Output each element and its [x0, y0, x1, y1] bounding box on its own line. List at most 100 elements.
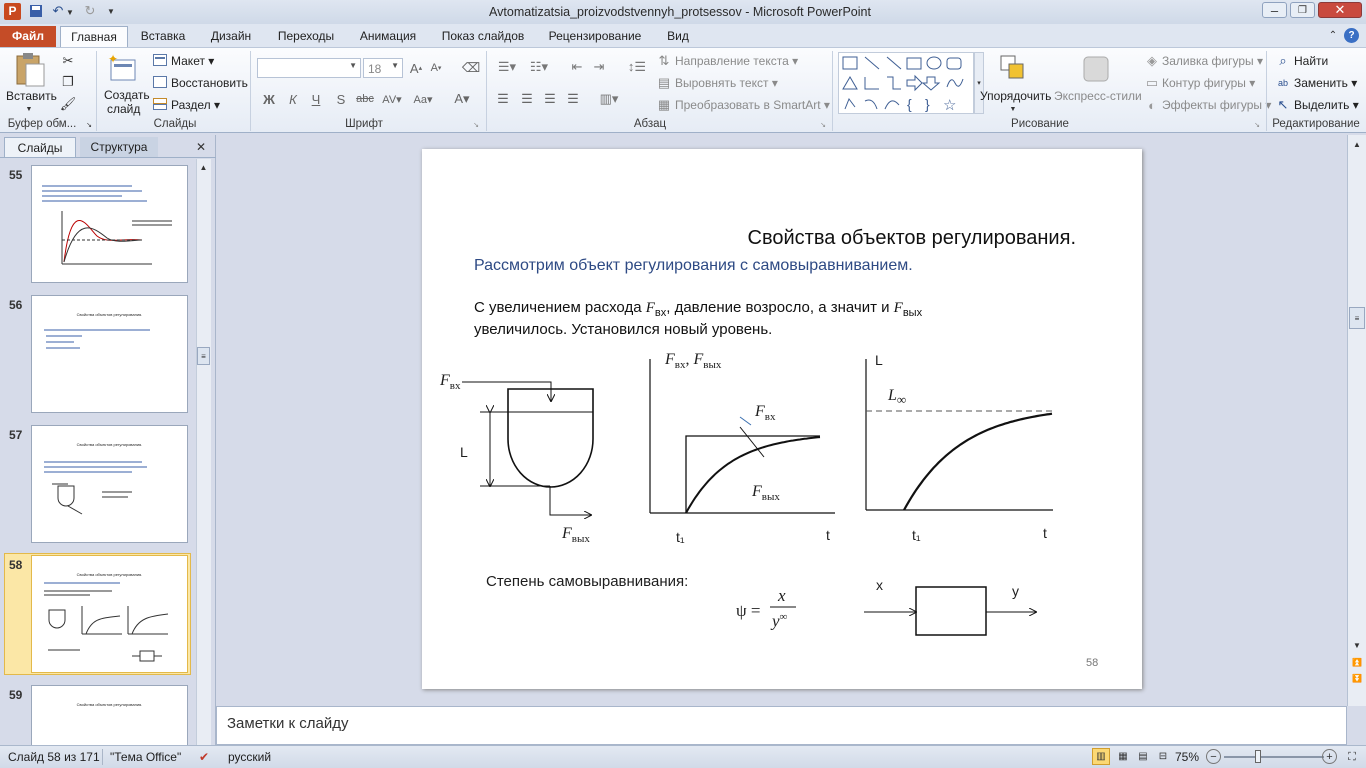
drawing-launcher-icon[interactable]: ↘ — [1252, 120, 1262, 130]
arrange-dropdown-icon[interactable]: ▼ — [1008, 104, 1018, 114]
tab-transitions[interactable]: Переходы — [270, 26, 342, 47]
find-icon[interactable]: ⌕ — [1275, 53, 1291, 68]
italic-icon[interactable]: К — [284, 90, 302, 108]
paste-button[interactable]: Вставить — [6, 89, 57, 103]
save-icon[interactable] — [28, 3, 44, 19]
replace-icon[interactable]: ab — [1275, 76, 1291, 90]
minimize-icon[interactable]: – — [1262, 2, 1287, 18]
graph2-label-l-inf[interactable]: L∞ — [888, 387, 906, 408]
close-pane-icon[interactable]: ✕ — [194, 139, 208, 155]
select-button[interactable]: Выделить ▾ — [1294, 98, 1359, 112]
text-direction-button[interactable]: Направление текста ▾ — [675, 54, 798, 68]
graph1-label-f-out[interactable]: Fвых — [752, 483, 780, 503]
tab-home[interactable]: Главная — [60, 26, 128, 47]
graph1-label-f-in[interactable]: Fвх — [755, 403, 775, 423]
change-case-icon[interactable]: Aa▾ — [410, 90, 436, 108]
find-button[interactable]: Найти — [1294, 54, 1328, 68]
label-f-out-tank[interactable]: Fвых — [562, 525, 590, 545]
customize-toolbar-icon[interactable]: ▼ — [105, 3, 117, 19]
undo-icon[interactable]: ↶ — [50, 3, 66, 19]
pane-scrollbar[interactable] — [196, 159, 211, 745]
help-icon[interactable]: ? — [1344, 28, 1359, 43]
notes-pane[interactable]: Заметки к слайду — [216, 706, 1347, 745]
paragraph-launcher-icon[interactable]: ↘ — [818, 120, 828, 130]
fit-to-window-icon[interactable]: ⛶ — [1344, 749, 1360, 765]
shape-fill-button[interactable]: Заливка фигуры ▾ — [1162, 54, 1263, 68]
redo-icon[interactable]: ↻ — [82, 3, 98, 19]
font-size-input[interactable]: 18 ▼ — [363, 58, 403, 78]
zoom-level[interactable]: 75% — [1175, 750, 1199, 764]
align-left-icon[interactable]: ☰ — [494, 90, 512, 108]
decrease-indent-icon[interactable]: ⇤ — [568, 58, 586, 76]
reset-icon[interactable] — [153, 76, 167, 88]
align-text-button[interactable]: Выровнять текст ▾ — [675, 76, 778, 90]
shape-outline-button[interactable]: Контур фигуры ▾ — [1162, 76, 1255, 90]
label-f-in-tank[interactable]: Fвх — [440, 372, 460, 392]
format-painter-icon[interactable]: 🖌 — [60, 96, 77, 112]
slide-thumbnail-57[interactable]: Свойства объектов регулирования. — [31, 425, 188, 543]
block-output-y[interactable]: y — [1012, 583, 1019, 599]
tab-outline-pane[interactable]: Структура — [80, 137, 158, 157]
self-leveling-label[interactable]: Степень самовыравнивания: — [486, 573, 688, 590]
tab-view[interactable]: Вид — [658, 26, 698, 47]
formula-denominator[interactable]: y∞ — [772, 611, 787, 632]
pane-scroll-up-icon[interactable]: ▲ — [197, 161, 210, 173]
pane-scroll-thumb[interactable]: ≡ — [197, 347, 210, 365]
zoom-in-icon[interactable]: + — [1322, 749, 1337, 764]
strikethrough-icon[interactable]: abc — [354, 90, 376, 108]
section-button[interactable]: Раздел ▾ — [171, 98, 220, 112]
tab-slides-pane[interactable]: Слайды — [4, 137, 76, 157]
cut-icon[interactable]: ✂ — [60, 53, 76, 69]
new-slide-icon[interactable]: ✦ — [108, 53, 138, 85]
next-slide-icon[interactable]: ⏬ — [1350, 671, 1364, 685]
tab-slideshow[interactable]: Показ слайдов — [434, 26, 532, 47]
shapes-more-icon[interactable]: ▾ — [974, 52, 984, 114]
justify-icon[interactable]: ☰ — [564, 90, 582, 108]
status-language[interactable]: русский — [228, 750, 271, 764]
reading-view-icon[interactable]: ▤ — [1134, 748, 1152, 765]
slide-canvas[interactable]: Свойства объектов регулирования. Рассмот… — [422, 149, 1142, 689]
clear-formatting-icon[interactable]: ⌫ — [462, 59, 480, 77]
smartart-icon[interactable]: ▦ — [656, 97, 672, 112]
quick-styles-icon[interactable] — [1080, 53, 1112, 85]
layout-icon[interactable] — [153, 54, 167, 66]
grow-font-icon[interactable]: A ▴ — [408, 59, 424, 77]
slide-thumbnail-58[interactable]: Свойства объектов регулирования. — [31, 555, 188, 673]
align-text-icon[interactable]: ▤ — [656, 75, 672, 90]
label-level-l[interactable]: L — [460, 444, 468, 460]
convert-smartart-button[interactable]: Преобразовать в SmartArt ▾ — [675, 98, 830, 112]
spell-check-icon[interactable]: ✔ — [196, 749, 212, 765]
graph2-label-t[interactable]: t — [1043, 525, 1047, 541]
shape-effects-button[interactable]: Эффекты фигуры ▾ — [1162, 98, 1271, 112]
status-theme[interactable]: "Тема Office" — [110, 750, 181, 764]
tab-file[interactable]: Файл — [0, 26, 56, 47]
graph1-label-t[interactable]: t — [826, 527, 830, 543]
tab-animation[interactable]: Анимация — [352, 26, 424, 47]
text-direction-icon[interactable]: ⇅ — [656, 53, 672, 68]
slide-thumbnail-59[interactable]: Свойства объектов регулирования. — [31, 685, 188, 745]
scroll-thumb[interactable]: ≡ — [1349, 307, 1365, 329]
tank-diagram[interactable] — [422, 149, 1142, 689]
scroll-up-icon[interactable]: ▲ — [1350, 137, 1364, 151]
clipboard-launcher-icon[interactable]: ↘ — [84, 120, 94, 130]
bullets-icon[interactable]: ☰▾ — [494, 58, 520, 76]
font-color-icon[interactable]: A▾ — [450, 90, 474, 108]
slide-sorter-icon[interactable]: ▦ — [1114, 748, 1132, 765]
slideshow-view-icon[interactable]: ⊟ — [1154, 748, 1172, 765]
shape-fill-icon[interactable]: ◈ — [1145, 53, 1159, 68]
formula-numerator[interactable]: x — [778, 586, 786, 606]
minimize-ribbon-icon[interactable]: ⌃ — [1326, 28, 1340, 42]
layout-button[interactable]: Макет ▾ — [171, 54, 214, 68]
powerpoint-logo-icon[interactable]: P — [4, 3, 21, 20]
block-input-x[interactable]: x — [876, 577, 883, 593]
char-spacing-icon[interactable]: AV▾ — [380, 90, 404, 108]
align-center-icon[interactable]: ☰ — [518, 90, 536, 108]
shadow-icon[interactable]: S — [332, 90, 350, 108]
graph1-y-axis-label[interactable]: Fвх, Fвых — [665, 351, 721, 371]
new-slide-button-line2[interactable]: слайд — [107, 102, 140, 116]
scroll-down-icon[interactable]: ▼ — [1350, 638, 1364, 652]
replace-button[interactable]: Заменить ▾ — [1294, 76, 1357, 90]
zoom-out-icon[interactable]: − — [1206, 749, 1221, 764]
shapes-gallery[interactable]: { } ☆ — [838, 52, 974, 114]
tab-insert[interactable]: Вставка — [134, 26, 192, 47]
